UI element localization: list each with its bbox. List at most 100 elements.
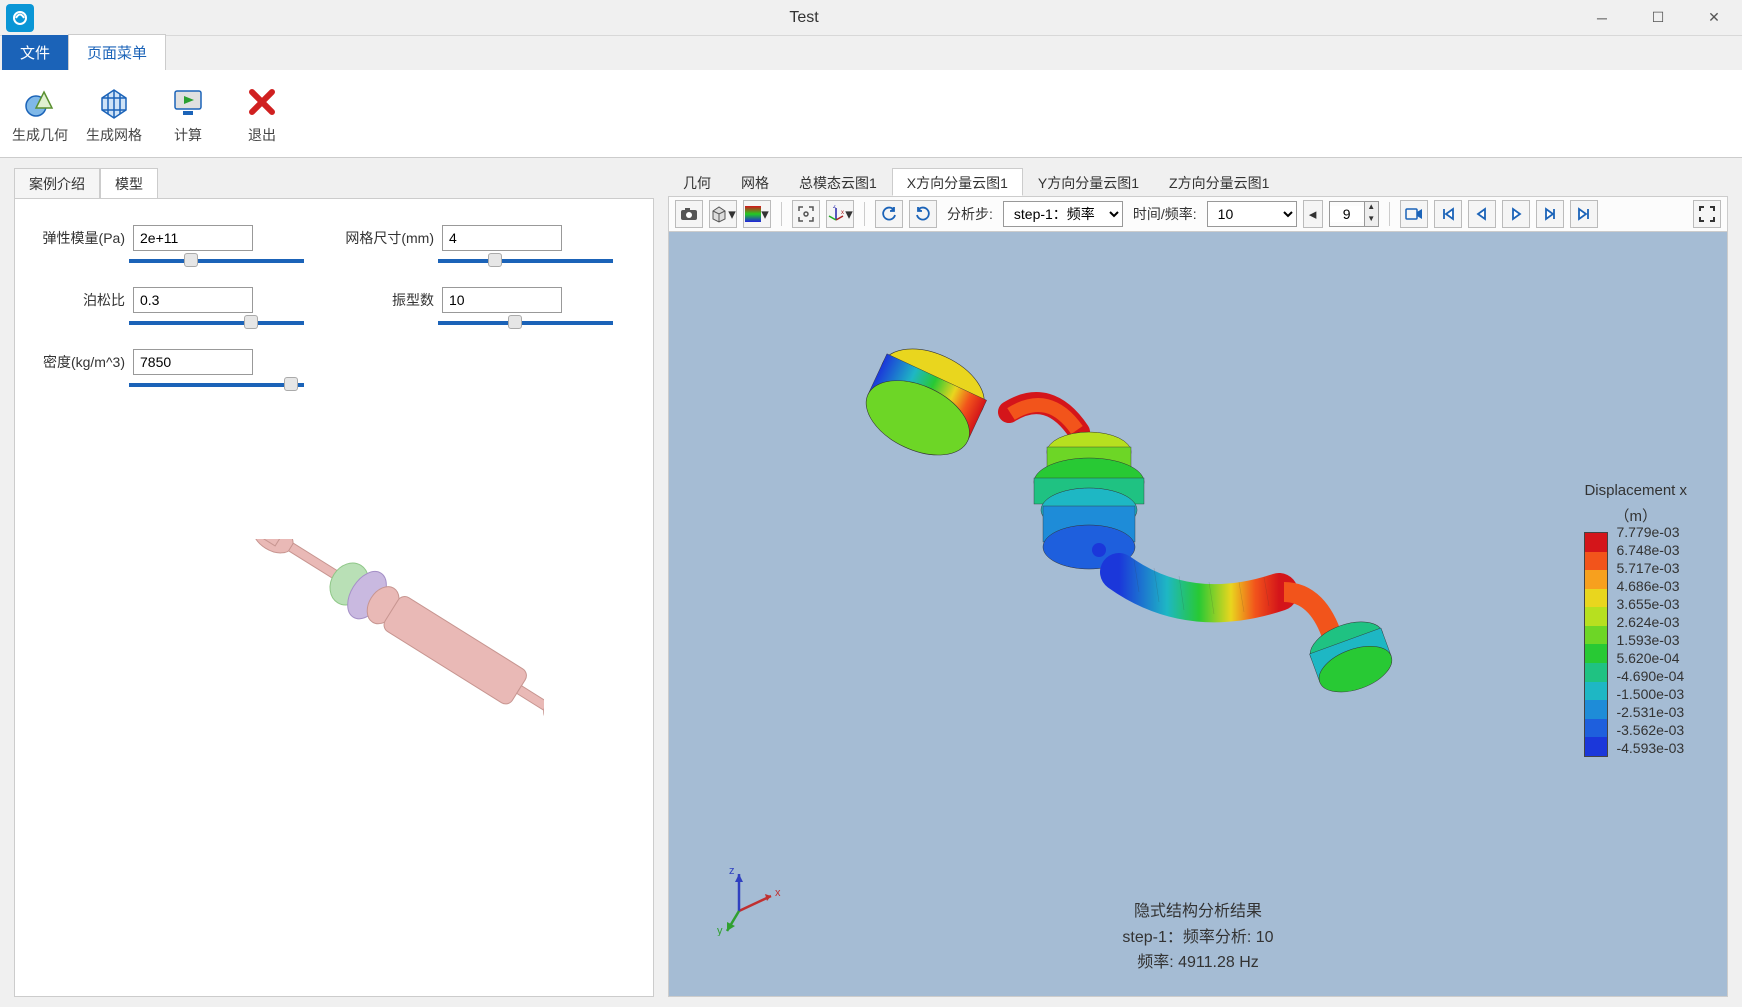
- gen-mesh-button[interactable]: 生成网格: [84, 83, 144, 145]
- tab-file[interactable]: 文件: [2, 35, 68, 70]
- minimize-button[interactable]: ─: [1574, 0, 1630, 36]
- tab-y[interactable]: Y方向分量云图1: [1023, 168, 1154, 196]
- elastic-modulus-slider[interactable]: [129, 259, 304, 263]
- density-label: 密度(kg/m^3): [35, 352, 125, 372]
- record-icon[interactable]: [1400, 200, 1428, 228]
- spin-up[interactable]: ▲: [1364, 202, 1378, 214]
- tab-total[interactable]: 总模态云图1: [784, 168, 892, 196]
- time-label: 时间/频率:: [1129, 204, 1201, 224]
- frame-spinner[interactable]: ▲▼: [1329, 201, 1379, 227]
- window-title: Test: [34, 9, 1574, 27]
- cube-view-icon[interactable]: ▾: [709, 200, 737, 228]
- step-label: 分析步:: [943, 204, 997, 224]
- viewport[interactable]: x z y Displacement x （m） 7.779e-036.748e…: [668, 232, 1728, 997]
- gen-mesh-label: 生成网格: [86, 125, 142, 145]
- svg-text:z: z: [833, 205, 836, 210]
- result-summary: 隐式结构分析结果 step-1：频率分析: 10 频率: 4911.28 Hz: [1122, 899, 1273, 976]
- tab-model[interactable]: 模型: [100, 168, 158, 198]
- density-input[interactable]: [133, 349, 253, 375]
- modes-label: 振型数: [344, 290, 434, 310]
- toolbar: 生成几何 生成网格 计算 退出: [0, 70, 1742, 158]
- tab-geometry[interactable]: 几何: [668, 168, 726, 196]
- poisson-slider[interactable]: [129, 321, 304, 325]
- legend-value: 3.655e-03: [1616, 595, 1684, 613]
- skip-start-icon[interactable]: [1434, 200, 1462, 228]
- legend-value: -3.562e-03: [1616, 721, 1684, 739]
- tab-mesh[interactable]: 网格: [726, 168, 784, 196]
- svg-text:x: x: [775, 887, 781, 899]
- density-slider[interactable]: [129, 383, 304, 387]
- slider-min-icon[interactable]: ◂: [1303, 200, 1323, 228]
- frame-value[interactable]: [1330, 206, 1364, 222]
- maximize-button[interactable]: ☐: [1630, 0, 1686, 36]
- legend-value: -4.593e-03: [1616, 739, 1684, 757]
- fit-view-icon[interactable]: [792, 200, 820, 228]
- legend-value: 7.779e-03: [1616, 523, 1684, 541]
- modes-slider[interactable]: [438, 321, 613, 325]
- elastic-modulus-input[interactable]: [133, 225, 253, 251]
- rotate-cw-icon[interactable]: [909, 200, 937, 228]
- poisson-input[interactable]: [133, 287, 253, 313]
- param-elastic-modulus: 弹性模量(Pa): [35, 225, 324, 263]
- step-select[interactable]: step-1：频率: [1003, 201, 1123, 227]
- gen-geometry-label: 生成几何: [12, 125, 68, 145]
- svg-text:z: z: [729, 865, 735, 877]
- left-tabs: 案例介绍 模型: [14, 168, 654, 198]
- geometry-icon: [21, 83, 59, 121]
- param-modes: 振型数: [344, 287, 633, 325]
- compute-icon: [169, 83, 207, 121]
- legend-value: 2.624e-03: [1616, 613, 1684, 631]
- param-mesh-size: 网格尺寸(mm): [344, 225, 633, 263]
- model-preview: [35, 407, 633, 970]
- legend-value: 6.748e-03: [1616, 541, 1684, 559]
- tab-intro[interactable]: 案例介绍: [14, 168, 100, 198]
- legend-value: -1.500e-03: [1616, 685, 1684, 703]
- colormap-icon[interactable]: ▾: [743, 200, 771, 228]
- legend-value: 5.620e-04: [1616, 649, 1684, 667]
- close-button[interactable]: ✕: [1686, 0, 1742, 36]
- svg-text:y: y: [717, 925, 723, 936]
- gen-geometry-button[interactable]: 生成几何: [10, 83, 70, 145]
- right-tabs: 几何 网格 总模态云图1 X方向分量云图1 Y方向分量云图1 Z方向分量云图1: [668, 168, 1728, 196]
- params-grid: 弹性模量(Pa) 网格尺寸(mm) 泊松比: [35, 225, 633, 387]
- tab-z[interactable]: Z方向分量云图1: [1154, 168, 1284, 196]
- rotate-ccw-icon[interactable]: [875, 200, 903, 228]
- legend-value: 5.717e-03: [1616, 559, 1684, 577]
- camera-icon[interactable]: [675, 200, 703, 228]
- titlebar: Test ─ ☐ ✕: [0, 0, 1742, 36]
- tab-page-menu[interactable]: 页面菜单: [68, 34, 166, 70]
- spin-down[interactable]: ▼: [1364, 214, 1378, 226]
- left-content: 弹性模量(Pa) 网格尺寸(mm) 泊松比: [14, 198, 654, 997]
- play-icon[interactable]: [1502, 200, 1530, 228]
- axis-triad-icon: x z y: [709, 856, 789, 936]
- legend-colorbar: [1584, 532, 1608, 757]
- compute-label: 计算: [174, 125, 202, 145]
- right-pane: 几何 网格 总模态云图1 X方向分量云图1 Y方向分量云图1 Z方向分量云图1 …: [668, 168, 1728, 997]
- exit-button[interactable]: 退出: [232, 83, 292, 145]
- mesh-size-slider[interactable]: [438, 259, 613, 263]
- tab-x[interactable]: X方向分量云图1: [892, 168, 1023, 196]
- modes-input[interactable]: [442, 287, 562, 313]
- exit-icon: [243, 83, 281, 121]
- param-density: 密度(kg/m^3): [35, 349, 324, 387]
- time-select[interactable]: 10: [1207, 201, 1297, 227]
- result-line-2: step-1：频率分析: 10: [1122, 925, 1273, 951]
- compute-button[interactable]: 计算: [158, 83, 218, 145]
- exit-label: 退出: [248, 125, 276, 145]
- axis-orientation-icon[interactable]: zx ▾: [826, 200, 854, 228]
- fullscreen-icon[interactable]: [1693, 200, 1721, 228]
- skip-end-icon[interactable]: [1570, 200, 1598, 228]
- poisson-label: 泊松比: [35, 290, 125, 310]
- elastic-modulus-label: 弹性模量(Pa): [35, 228, 125, 248]
- step-back-icon[interactable]: [1468, 200, 1496, 228]
- left-pane: 案例介绍 模型 弹性模量(Pa) 网格尺寸(mm): [14, 168, 654, 997]
- step-forward-icon[interactable]: [1536, 200, 1564, 228]
- result-line-1: 隐式结构分析结果: [1122, 899, 1273, 925]
- legend-value: -2.531e-03: [1616, 703, 1684, 721]
- ribbon-tabs: 文件 页面菜单: [0, 36, 1742, 70]
- mesh-size-input[interactable]: [442, 225, 562, 251]
- main-area: 案例介绍 模型 弹性模量(Pa) 网格尺寸(mm): [0, 158, 1742, 1007]
- fea-contour-model: [789, 292, 1469, 722]
- legend-title-1: Displacement x: [1584, 482, 1687, 499]
- result-line-3: 频率: 4911.28 Hz: [1122, 950, 1273, 976]
